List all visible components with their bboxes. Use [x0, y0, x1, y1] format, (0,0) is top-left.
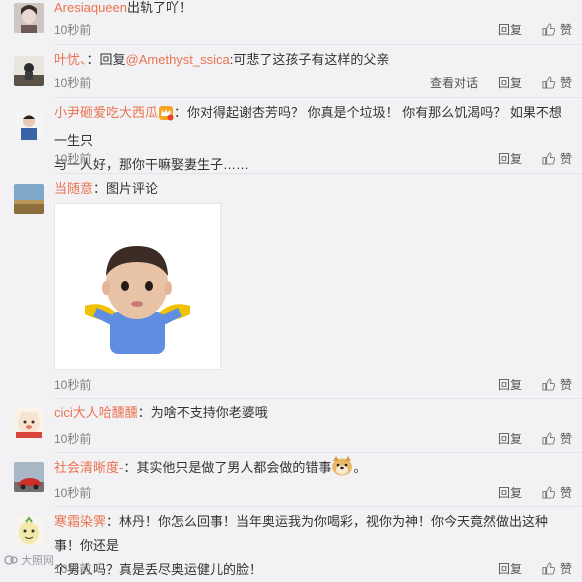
- like-button[interactable]: 赞: [542, 21, 572, 38]
- comment-username[interactable]: 小尹砸爱吃大西瓜: [54, 105, 158, 120]
- avatar[interactable]: [14, 110, 44, 140]
- comment-text: cici大人哈醺醺：为啥不支持你老婆哦: [54, 401, 562, 425]
- comment-time: 10秒前: [54, 432, 92, 446]
- baby-shrug-image: [55, 204, 220, 369]
- comment-body: 出轨了吖！: [127, 0, 193, 15]
- comment-time: 10秒前: [54, 378, 92, 392]
- divider: [54, 97, 582, 98]
- reply-button[interactable]: 回复: [498, 74, 522, 91]
- like-button[interactable]: 赞: [542, 74, 572, 91]
- like-button[interactable]: 赞: [542, 430, 572, 447]
- reply-prefix: ：回复: [86, 52, 126, 67]
- comment-username[interactable]: cici大人哈醺醺: [54, 405, 138, 420]
- watermark-text: 大照网: [21, 555, 55, 567]
- avatar[interactable]: [14, 3, 44, 33]
- comment-username[interactable]: Aresiaqueen: [54, 0, 127, 15]
- view-conversation-button[interactable]: 查看对话: [430, 74, 478, 91]
- like-label: 赞: [560, 152, 573, 166]
- comment-time: 10秒前: [54, 486, 92, 500]
- comment-time: 10秒前: [54, 76, 92, 90]
- comment-body: ：其实他只是做了男人都会做的错事: [123, 460, 332, 475]
- mention-link[interactable]: @Amethyst_ssica: [126, 52, 230, 67]
- like-label: 赞: [560, 486, 573, 500]
- thumbs-up-icon: [542, 432, 555, 445]
- like-label: 赞: [560, 378, 573, 392]
- divider: [54, 398, 582, 399]
- avatar[interactable]: [14, 56, 44, 86]
- avatar[interactable]: [14, 516, 44, 546]
- avatar[interactable]: [14, 184, 44, 214]
- thumbs-up-icon: [542, 76, 555, 89]
- reply-button[interactable]: 回复: [498, 376, 522, 393]
- comment-text: 寒霜染霁：林丹！你怎么回事！当年奥运我为你喝彩，视你为神！你今天竟然做出这种事！…: [54, 510, 562, 582]
- comment-body: ：图片评论: [93, 181, 159, 196]
- divider: [54, 452, 582, 453]
- comment-time: 10秒前: [54, 23, 92, 37]
- thumbs-up-icon: [542, 23, 555, 36]
- like-label: 赞: [560, 562, 573, 576]
- thumbs-up-icon: [542, 378, 555, 391]
- comment-body: :可悲了这孩子有这样的父亲: [229, 52, 390, 67]
- reply-button[interactable]: 回复: [498, 21, 522, 38]
- comment-text: 社会清晰度-：其实他只是做了男人都会做的错事。: [54, 456, 562, 484]
- avatar[interactable]: [14, 462, 44, 492]
- like-button[interactable]: 赞: [542, 376, 572, 393]
- reply-button[interactable]: 回复: [498, 150, 522, 167]
- divider: [54, 506, 582, 507]
- comment-text: Aresiaqueen出轨了吖！: [54, 0, 562, 20]
- like-button[interactable]: 赞: [542, 150, 572, 167]
- like-label: 赞: [560, 432, 573, 446]
- comment-username[interactable]: 寒霜染霁: [54, 514, 106, 529]
- comment-username[interactable]: 社会清晰度-: [54, 460, 123, 475]
- reply-button[interactable]: 回复: [498, 430, 522, 447]
- comment-username[interactable]: 当随意: [54, 181, 93, 196]
- comment-time: 10秒前: [54, 562, 92, 576]
- comment-body: ：林丹！你怎么回事！当年奥运我为你喝彩，视你为神！你今天竟然做出这种事！你还是: [54, 514, 549, 553]
- reply-button[interactable]: 回复: [498, 484, 522, 501]
- comment-text: 叶忧、：回复@Amethyst_ssica:可悲了这孩子有这样的父亲: [54, 48, 562, 72]
- watermark: 大照网: [4, 552, 54, 568]
- crown-badge-icon: [158, 105, 174, 129]
- thumbs-up-icon: [542, 152, 555, 165]
- divider: [54, 44, 582, 45]
- comment-body: ：为啥不支持你老婆哦: [137, 405, 268, 420]
- comment-time: 10秒前: [54, 152, 92, 166]
- divider: [54, 173, 582, 174]
- like-button[interactable]: 赞: [542, 484, 572, 501]
- avatar[interactable]: [14, 408, 44, 438]
- comment-image[interactable]: [54, 203, 221, 370]
- comment-username[interactable]: 叶忧、: [54, 52, 87, 67]
- comment-text: 当随意：图片评论: [54, 177, 562, 201]
- like-label: 赞: [560, 76, 573, 90]
- watermark-logo-icon: [4, 555, 18, 565]
- like-label: 赞: [560, 23, 573, 37]
- doge-emoji-icon: [331, 456, 353, 484]
- thumbs-up-icon: [542, 562, 555, 575]
- thumbs-up-icon: [542, 486, 555, 499]
- like-button[interactable]: 赞: [542, 560, 572, 577]
- comment-text: 小尹砸爱吃大西瓜 ：你对得起谢杏芳吗？ 你真是个垃圾！ 你有那么饥渴吗？ 如果不想…: [54, 101, 562, 177]
- reply-button[interactable]: 回复: [498, 560, 522, 577]
